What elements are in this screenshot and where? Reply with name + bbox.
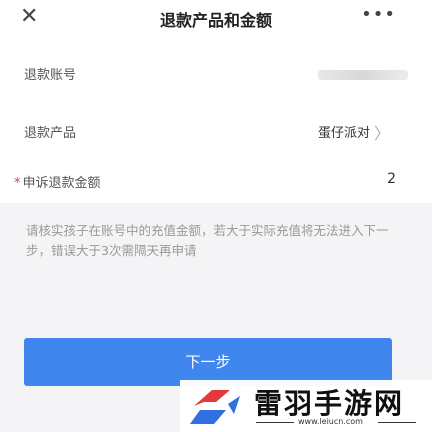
row-refund-amount: * 申诉退款金额 [0, 166, 432, 196]
next-step-button[interactable]: 下一步 [24, 338, 392, 386]
watermark: 雷羽手游网 www.leiucn.com [180, 380, 432, 432]
site-logo-icon [190, 390, 240, 424]
watermark-url: www.leiucn.com [298, 417, 363, 426]
row-refund-account: 退款账号 [0, 58, 432, 88]
refund-amount-label: * 申诉退款金额 [14, 172, 101, 191]
watermark-divider-right [378, 422, 416, 423]
watermark-divider-left [256, 422, 294, 423]
refund-amount-input[interactable] [336, 171, 396, 187]
refund-account-label: 退款账号 [24, 68, 77, 83]
refund-account-value-masked [318, 70, 408, 80]
required-mark: * [14, 176, 21, 191]
more-options-icon[interactable]: ••• [361, 4, 396, 25]
watermark-site-name: 雷羽手游网 [254, 387, 405, 420]
refund-product-value: 蛋仔派对 [317, 126, 370, 141]
chevron-right-icon: 〉 [373, 124, 390, 143]
refund-form: 退款账号 退款产品 蛋仔派对 〉 * 申诉退款金额 [0, 38, 432, 203]
refund-amount-label-text: 申诉退款金额 [22, 176, 101, 191]
hint-text: 请核实孩子在账号中的充值金额，若大于实际充值将无法进入下一步，错误大于3次需隔天… [26, 223, 389, 258]
header-bar: ✕ 退款产品和金额 ••• [0, 0, 432, 38]
refund-product-label: 退款产品 [24, 126, 77, 141]
row-refund-product[interactable]: 退款产品 蛋仔派对 〉 [0, 116, 432, 146]
